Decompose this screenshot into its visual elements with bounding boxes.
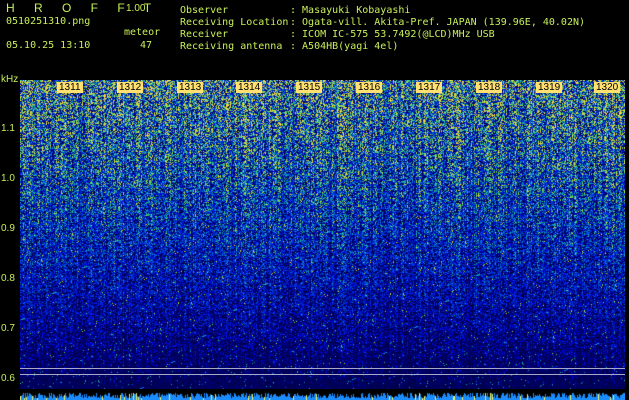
app-version: 1.00 — [126, 3, 146, 14]
y-tick-label: 0.9 — [1, 223, 15, 234]
time-label: 1318 — [476, 82, 503, 93]
mode-label: meteor — [124, 27, 161, 38]
receiver-label: Receiver — [180, 29, 229, 40]
receiver-value: : ICOM IC-575 53.7492(@LCD)MHz USB — [290, 29, 495, 40]
y-tick-label: 1.0 — [1, 173, 15, 184]
location-value: : Ogata-vill. Akita-Pref. JAPAN (139.96E… — [290, 17, 586, 28]
time-label: 1314 — [236, 82, 263, 93]
time-label: 1316 — [356, 82, 383, 93]
y-tick-label: 1.1 — [1, 123, 15, 134]
location-label: Receiving Location — [180, 17, 289, 28]
spectrogram — [20, 80, 625, 390]
antenna-value: : A504HB(yagi 4el) — [290, 41, 399, 52]
date-time: 05.10.25 13:10 — [6, 40, 91, 51]
time-label: 1317 — [416, 82, 443, 93]
y-tick-label: 0.7 — [1, 323, 15, 334]
time-label: 1312 — [117, 82, 144, 93]
time-label: 1311 — [57, 82, 83, 93]
y-tick-label: 0.6 — [1, 373, 15, 384]
time-label: 1319 — [536, 82, 563, 93]
time-label: 1313 — [177, 82, 204, 93]
level-strip — [20, 389, 625, 400]
y-tick-label: 0.8 — [1, 273, 15, 284]
observer-value: : Masayuki Kobayashi — [290, 5, 411, 16]
echo-count: 47 — [140, 40, 153, 51]
y-axis-unit: kHz — [1, 74, 19, 85]
time-label: 1320 — [594, 82, 621, 93]
reference-line-upper — [20, 368, 625, 369]
antenna-label: Receiving antenna — [180, 41, 283, 52]
time-label: 1315 — [296, 82, 323, 93]
reference-line-lower — [20, 374, 625, 375]
file-name: 0510251310.png — [6, 16, 91, 27]
observer-label: Observer — [180, 5, 229, 16]
